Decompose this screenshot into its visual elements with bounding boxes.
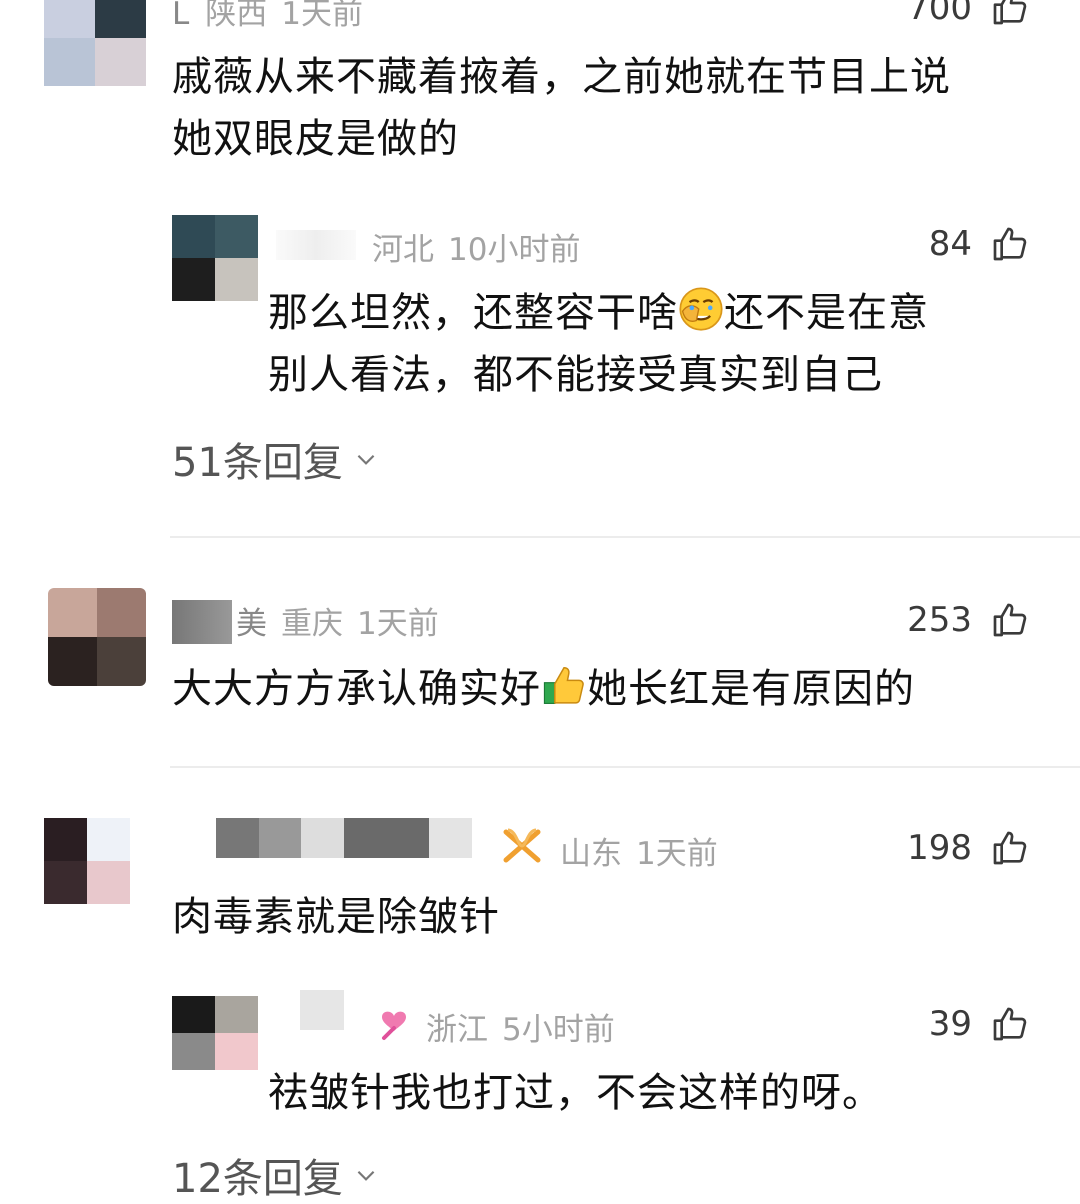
blurred-username — [216, 818, 473, 858]
comment-meta: 浙江 5小时前 — [426, 1004, 615, 1049]
like-count: 84 — [928, 224, 972, 264]
thumbs-up-icon — [993, 603, 1027, 637]
location: 陕西 — [205, 0, 268, 32]
comment-text: 戚薇从来不藏着掖着，之前她就在节目上说 她双眼皮是做的 — [172, 46, 1052, 170]
avatar[interactable] — [44, 818, 130, 904]
thumbs-up-icon — [993, 831, 1027, 865]
avatar[interactable] — [172, 996, 258, 1070]
avatar[interactable] — [48, 588, 146, 686]
reply-text: 祛皱针我也打过，不会这样的呀。 — [268, 1070, 883, 1116]
like-button[interactable]: 198 — [907, 828, 1030, 868]
location: 山东 — [560, 836, 622, 872]
divider — [170, 766, 1080, 768]
thumbs-up-icon — [993, 0, 1027, 25]
comment-text: 肉毒素就是除皱针 — [172, 894, 500, 940]
like-count: 700 — [907, 0, 972, 28]
vip-badge-icon — [503, 828, 541, 863]
thumbs-up-icon — [993, 1007, 1027, 1041]
comment-text-line: 戚薇从来不藏着掖着，之前她就在节目上说 — [172, 54, 951, 100]
thumbs-up-icon — [993, 227, 1027, 261]
timestamp: 1天前 — [281, 0, 364, 32]
reply-text-line: 那么坦然，还整容干啥 还不是在意 — [268, 282, 1058, 344]
like-count: 198 — [907, 828, 972, 868]
avatar[interactable] — [172, 215, 258, 301]
like-button[interactable]: 700 — [907, 0, 1030, 28]
comment-meta: 山东 1天前 — [560, 828, 718, 873]
divider — [170, 536, 1080, 538]
timestamp: 5小时前 — [502, 1012, 615, 1048]
replies-count: 12条回复 — [172, 1156, 343, 1202]
reply-text: 那么坦然，还整容干啥 还不是在意 别人看法，都不能接受真实到自己 — [268, 282, 1058, 406]
view-replies-button[interactable]: 12条回复 — [172, 1146, 379, 1204]
like-count: 253 — [907, 600, 972, 640]
heart-badge-icon — [382, 1011, 406, 1040]
timestamp: 10小时前 — [448, 232, 581, 268]
blurred-username — [300, 990, 344, 1030]
facepalm-emoji — [679, 287, 723, 331]
username[interactable]: 美 — [236, 606, 267, 642]
location: 浙江 — [426, 1012, 488, 1048]
blurred-username — [172, 600, 232, 644]
chevron-down-icon — [357, 1170, 375, 1181]
like-count: 39 — [928, 1004, 972, 1044]
like-button[interactable]: 253 — [907, 600, 1030, 640]
view-replies-button[interactable]: 51条回复 — [172, 430, 379, 488]
comment-meta: 河北 10小时前 — [372, 224, 580, 269]
like-button[interactable]: 84 — [929, 224, 1030, 264]
avatar[interactable] — [44, 0, 146, 86]
location: 河北 — [372, 232, 434, 268]
comment-meta: L 陕西 1天前 — [172, 0, 363, 33]
username[interactable]: L — [172, 0, 189, 32]
like-button[interactable]: 39 — [929, 1004, 1030, 1044]
chevron-down-icon — [357, 454, 375, 465]
comment-text: 大大方方承认确实好 她长红是有原因的 — [172, 658, 1052, 720]
thumbs-up-emoji — [543, 667, 584, 704]
blurred-username — [276, 230, 356, 260]
location: 重庆 — [281, 606, 343, 642]
reply-text-line: 别人看法，都不能接受真实到自己 — [268, 352, 883, 398]
comment-meta: 美重庆 1天前 — [236, 598, 439, 643]
timestamp: 1天前 — [636, 836, 718, 872]
replies-count: 51条回复 — [172, 440, 343, 486]
comment-text-line: 她双眼皮是做的 — [172, 116, 459, 162]
timestamp: 1天前 — [357, 606, 439, 642]
